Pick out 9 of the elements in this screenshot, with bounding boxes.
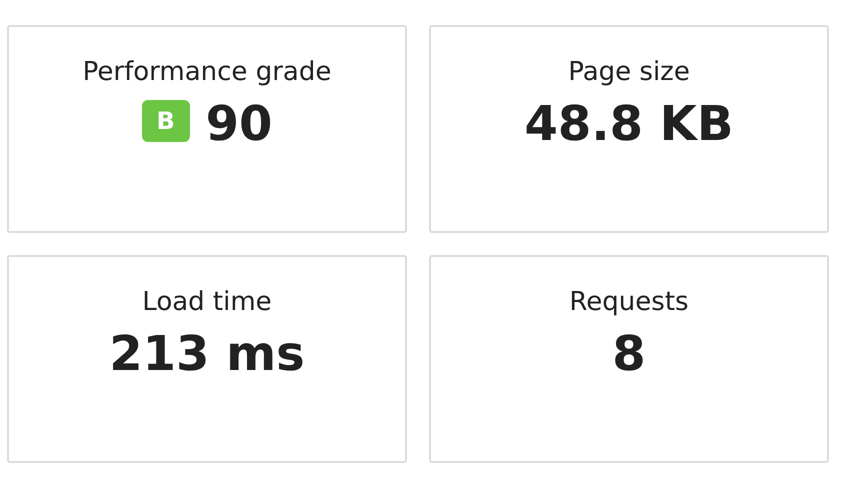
metric-value: 90	[206, 96, 272, 154]
metric-label: Load time	[142, 287, 272, 318]
metric-value: 8	[612, 326, 646, 384]
metric-label: Requests	[569, 287, 689, 318]
metric-value: 48.8 KB	[524, 96, 734, 154]
metric-label: Performance grade	[82, 57, 332, 88]
grade-badge: B	[142, 100, 190, 142]
metric-value: 213 ms	[109, 326, 305, 384]
metric-label: Page size	[568, 57, 690, 88]
